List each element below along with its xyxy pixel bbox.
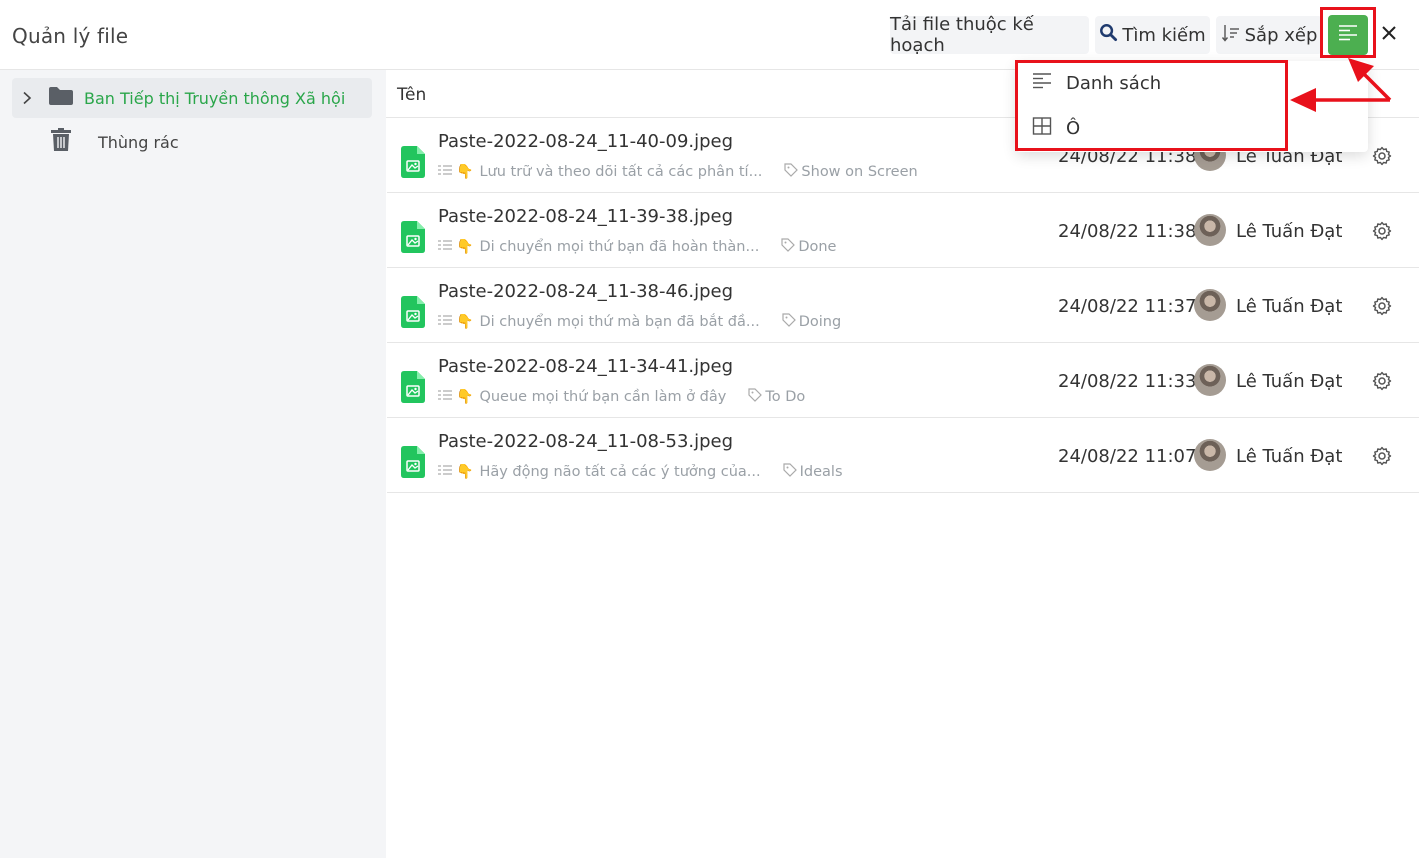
checklist-icon bbox=[438, 164, 452, 180]
file-date: 24/08/22 11:38 bbox=[1058, 221, 1197, 242]
header-bar: Quản lý file Tải file thuộc kế hoạch Tìm… bbox=[0, 0, 1419, 70]
tag-icon bbox=[784, 163, 799, 181]
close-icon bbox=[1380, 24, 1398, 47]
tag-icon bbox=[783, 463, 797, 481]
file-date: 24/08/22 11:33 bbox=[1058, 371, 1197, 392]
file-owner: Lê Tuấn Đạt bbox=[1236, 371, 1343, 392]
list-view-icon bbox=[1337, 23, 1359, 48]
page-title: Quản lý file bbox=[12, 24, 129, 48]
pointing-hand-icon: 👇 bbox=[456, 314, 474, 330]
file-description: Hãy động não tất cả các ý tưởng của... bbox=[479, 464, 761, 480]
sidebar-item-folder[interactable]: Ban Tiếp thị Truyền thông Xã hội bbox=[12, 78, 372, 118]
file-name[interactable]: Paste-2022-08-24_11-39-38.jpeg bbox=[438, 206, 733, 227]
sort-label: Sắp xếp bbox=[1244, 24, 1318, 46]
avatar bbox=[1194, 364, 1226, 396]
gear-icon[interactable] bbox=[1372, 221, 1392, 246]
close-button[interactable] bbox=[1377, 22, 1401, 48]
file-description: Queue mọi thứ bạn cần làm ở đây bbox=[479, 389, 727, 405]
sort-icon bbox=[1221, 23, 1245, 48]
pointing-hand-icon: 👇 bbox=[456, 164, 474, 180]
file-name[interactable]: Paste-2022-08-24_11-34-41.jpeg bbox=[438, 356, 733, 377]
table-row[interactable]: Paste-2022-08-24_11-39-38.jpeg 👇 Di chuy… bbox=[387, 193, 1419, 268]
folder-icon bbox=[48, 86, 74, 111]
upload-plan-file-label: Tải file thuộc kế hoạch bbox=[890, 14, 1034, 56]
search-button[interactable]: Tìm kiếm bbox=[1095, 16, 1210, 54]
grid-view-icon bbox=[1032, 116, 1052, 140]
search-icon bbox=[1099, 23, 1122, 47]
menu-item-list-view[interactable]: Danh sách bbox=[1016, 61, 1286, 105]
file-date: 24/08/22 11:37 bbox=[1058, 296, 1197, 317]
file-manager-app: Quản lý file Tải file thuộc kế hoạch Tìm… bbox=[0, 0, 1419, 858]
menu-item-label: Ô bbox=[1066, 117, 1081, 139]
trash-icon bbox=[50, 127, 72, 157]
menu-item-grid-view[interactable]: Ô bbox=[1016, 106, 1286, 150]
file-date: 24/08/22 11:07 bbox=[1058, 446, 1197, 467]
file-name[interactable]: Paste-2022-08-24_11-38-46.jpeg bbox=[438, 281, 733, 302]
file-tag: Doing bbox=[798, 314, 842, 330]
avatar bbox=[1194, 439, 1226, 471]
checklist-icon bbox=[438, 314, 452, 330]
sidebar-item-label: Ban Tiếp thị Truyền thông Xã hội bbox=[84, 88, 346, 108]
file-name[interactable]: Paste-2022-08-24_11-40-09.jpeg bbox=[438, 131, 733, 152]
image-file-icon bbox=[401, 371, 425, 408]
file-description: Di chuyển mọi thứ mà bạn đã bắt đầ... bbox=[479, 314, 760, 330]
table-row[interactable]: Paste-2022-08-24_11-34-41.jpeg 👇 Queue m… bbox=[387, 343, 1419, 418]
tag-icon bbox=[748, 388, 763, 406]
gear-icon[interactable] bbox=[1372, 296, 1392, 321]
file-owner: Lê Tuấn Đạt bbox=[1236, 296, 1343, 317]
gear-icon[interactable] bbox=[1372, 146, 1392, 171]
list-view-icon bbox=[1032, 72, 1052, 95]
column-name-header[interactable]: Tên bbox=[397, 85, 426, 105]
checklist-icon bbox=[438, 389, 452, 405]
search-label: Tìm kiếm bbox=[1122, 24, 1206, 46]
avatar bbox=[1194, 214, 1226, 246]
file-tag: Show on Screen bbox=[801, 164, 918, 180]
avatar bbox=[1194, 289, 1226, 321]
file-name[interactable]: Paste-2022-08-24_11-08-53.jpeg bbox=[438, 431, 733, 452]
checklist-icon bbox=[438, 464, 452, 480]
sort-button[interactable]: Sắp xếp bbox=[1216, 16, 1322, 54]
table-row[interactable]: Paste-2022-08-24_11-38-46.jpeg 👇 Di chuy… bbox=[387, 268, 1419, 343]
file-tag: Done bbox=[798, 239, 837, 255]
upload-plan-file-button[interactable]: Tải file thuộc kế hoạch bbox=[890, 14, 1089, 56]
file-tag: To Do bbox=[765, 389, 806, 405]
image-file-icon bbox=[401, 296, 425, 333]
chevron-right-icon[interactable] bbox=[22, 91, 36, 105]
file-description: Di chuyển mọi thứ bạn đã hoàn thàn... bbox=[479, 239, 760, 255]
file-owner: Lê Tuấn Đạt bbox=[1236, 221, 1343, 242]
image-file-icon bbox=[401, 221, 425, 258]
folder-sidebar: Ban Tiếp thị Truyền thông Xã hội Thùng r… bbox=[0, 70, 386, 858]
file-meta: 👇 Di chuyển mọi thứ bạn đã hoàn thàn... … bbox=[438, 238, 836, 256]
file-owner: Lê Tuấn Đạt bbox=[1236, 446, 1343, 467]
file-meta: 👇 Di chuyển mọi thứ mà bạn đã bắt đầ... … bbox=[438, 313, 841, 331]
file-meta: 👇 Lưu trữ và theo dõi tất cả các phân tí… bbox=[438, 163, 918, 181]
file-list: Tên Paste-2022-08-24_11-40-09.jpeg 👇 Lưu… bbox=[386, 70, 1419, 858]
sidebar-item-label: Thùng rác bbox=[98, 132, 179, 152]
pointing-hand-icon: 👇 bbox=[456, 239, 474, 255]
menu-item-label: Danh sách bbox=[1066, 72, 1162, 94]
file-meta: 👇 Hãy động não tất cả các ý tưởng của...… bbox=[438, 463, 843, 481]
gear-icon[interactable] bbox=[1372, 446, 1392, 471]
gear-icon[interactable] bbox=[1372, 371, 1392, 396]
image-file-icon bbox=[401, 446, 425, 483]
tag-icon bbox=[781, 238, 796, 256]
view-mode-menu: Danh sách Ô bbox=[1016, 61, 1368, 152]
file-meta: 👇 Queue mọi thứ bạn cần làm ở đây To Do bbox=[438, 388, 805, 406]
pointing-hand-icon: 👇 bbox=[456, 389, 474, 405]
table-row[interactable]: Paste-2022-08-24_11-08-53.jpeg 👇 Hãy độn… bbox=[387, 418, 1419, 493]
pointing-hand-icon: 👇 bbox=[456, 464, 474, 480]
file-description: Lưu trữ và theo dõi tất cả các phân tí..… bbox=[479, 164, 763, 180]
checklist-icon bbox=[438, 239, 452, 255]
sidebar-item-trash[interactable]: Thùng rác bbox=[12, 122, 372, 162]
file-tag: Ideals bbox=[799, 464, 843, 480]
view-mode-button[interactable] bbox=[1328, 15, 1368, 55]
tag-icon bbox=[782, 313, 796, 331]
image-file-icon bbox=[401, 146, 425, 183]
